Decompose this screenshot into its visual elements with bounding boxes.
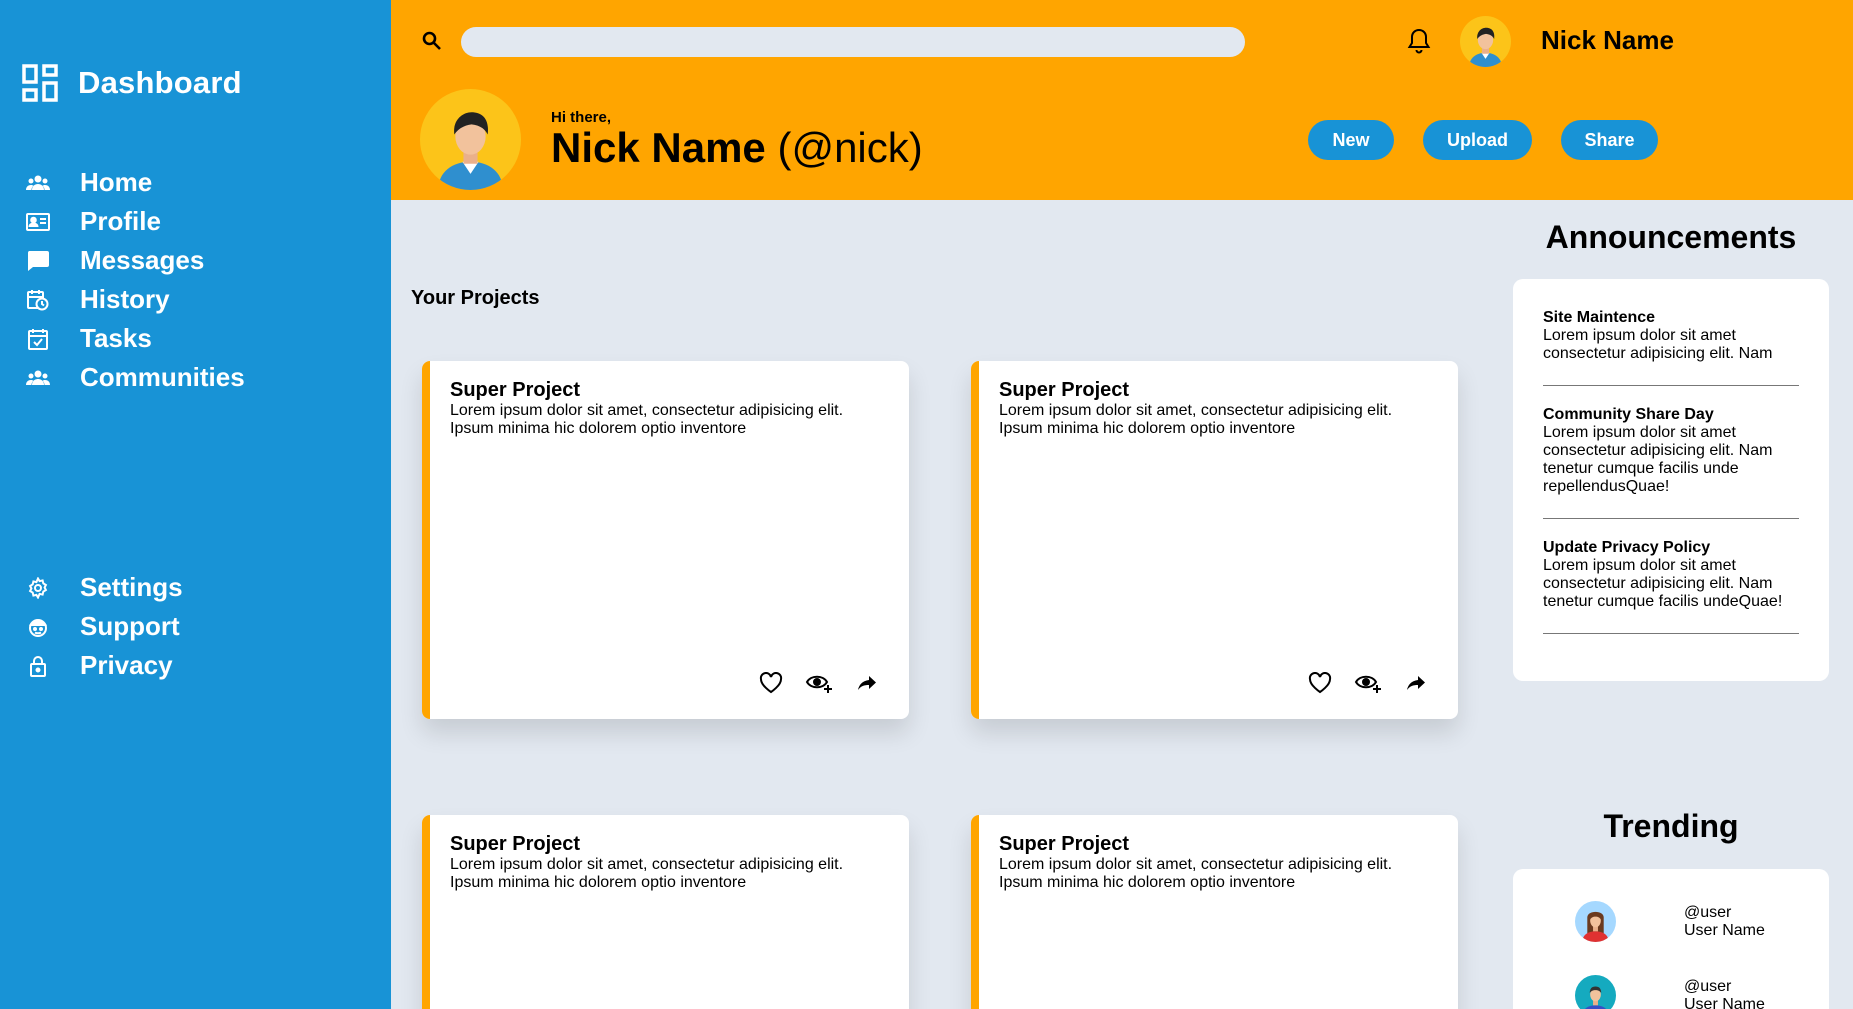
project-title: Super Project [450, 833, 581, 855]
calendar-check-icon [25, 326, 51, 352]
main-nav: Home Profile Messages History Tasks Comm… [25, 163, 365, 397]
avatar [1575, 901, 1616, 942]
sidebar-item-label: Tasks [80, 323, 152, 353]
project-card[interactable]: Super Project Lorem ipsum dolor sit amet… [971, 815, 1458, 1009]
sidebar-item-privacy[interactable]: Privacy [25, 646, 365, 685]
announcement-item[interactable]: Site Maintence Lorem ipsum dolor sit ame… [1543, 309, 1799, 386]
display-name: Nick Name [551, 124, 766, 171]
lock-icon [25, 653, 51, 679]
history-icon [25, 287, 51, 313]
user-avatar-icon [1575, 901, 1616, 942]
sidebar-item-communities[interactable]: Communities [25, 358, 365, 397]
sidebar-item-history[interactable]: History [25, 280, 365, 319]
announcement-item[interactable]: Community Share Day Lorem ipsum dolor si… [1543, 406, 1799, 519]
search-icon[interactable] [421, 30, 443, 52]
profile-name: Nick Name (@nick) [551, 124, 923, 172]
announcement-item[interactable]: Update Privacy Policy Lorem ipsum dolor … [1543, 539, 1799, 634]
project-card[interactable]: Super Project Lorem ipsum dolor sit amet… [971, 361, 1458, 719]
sidebar-item-support[interactable]: Support [25, 607, 365, 646]
announcement-text: Lorem ipsum dolor sit amet consectetur a… [1543, 557, 1783, 610]
dashboard-icon [22, 64, 58, 102]
sidebar-item-messages[interactable]: Messages [25, 241, 365, 280]
announcements-title: Announcements [1545, 219, 1797, 255]
user-handle: (@nick) [777, 124, 923, 171]
id-card-icon [25, 209, 51, 235]
avatar [1575, 975, 1616, 1009]
share-icon[interactable] [1402, 671, 1430, 695]
sidebar-item-settings[interactable]: Settings [25, 568, 365, 607]
share-button[interactable]: Share [1561, 120, 1658, 160]
project-title: Super Project [450, 379, 581, 401]
brand[interactable]: Dashboard [22, 64, 242, 102]
brand-title: Dashboard [78, 65, 242, 100]
sidebar-item-label: Support [80, 611, 180, 641]
chat-icon [25, 248, 51, 274]
support-icon [25, 614, 51, 640]
trending-handle: @user [1684, 903, 1732, 921]
user-avatar-icon [1460, 16, 1511, 67]
trending-user-text: @user User Name [1684, 904, 1765, 940]
user-avatar-icon [1575, 975, 1616, 1009]
project-description: Lorem ipsum dolor sit amet, consectetur … [450, 402, 844, 437]
trending-name: User Name [1684, 995, 1765, 1009]
announcement-text: Lorem ipsum dolor sit amet consectetur a… [1543, 327, 1773, 362]
card-actions [1306, 671, 1430, 695]
announcement-title: Update Privacy Policy [1543, 539, 1711, 556]
community-icon [25, 365, 51, 391]
heart-icon[interactable] [1306, 671, 1334, 695]
sidebar-item-label: Home [80, 167, 153, 197]
watch-icon[interactable] [1354, 671, 1382, 695]
user-name[interactable]: Nick Name [1541, 25, 1674, 56]
sidebar-item-home[interactable]: Home [25, 163, 365, 202]
announcement-title: Site Maintence [1543, 309, 1656, 326]
watch-icon[interactable] [805, 671, 833, 695]
project-title: Super Project [999, 379, 1130, 401]
announcements-panel: Site Maintence Lorem ipsum dolor sit ame… [1513, 279, 1829, 681]
group-icon [25, 170, 51, 196]
project-card[interactable]: Super Project Lorem ipsum dolor sit amet… [422, 815, 909, 1009]
project-card[interactable]: Super Project Lorem ipsum dolor sit amet… [422, 361, 909, 719]
search-input[interactable] [461, 27, 1245, 57]
avatar[interactable] [1460, 16, 1511, 67]
trending-user[interactable]: @user User Name [1575, 901, 1765, 942]
project-description: Lorem ipsum dolor sit amet, consectetur … [999, 402, 1393, 437]
bottom-nav: Settings Support Privacy [25, 568, 365, 685]
sidebar-item-label: Communities [80, 362, 245, 392]
user-avatar-icon [420, 89, 521, 190]
heart-icon[interactable] [757, 671, 785, 695]
card-actions [757, 671, 881, 695]
sidebar-item-label: History [80, 284, 170, 314]
upload-button[interactable]: Upload [1423, 120, 1532, 160]
trending-title: Trending [1603, 808, 1739, 844]
announcement-title: Community Share Day [1543, 406, 1714, 423]
gear-icon [25, 575, 51, 601]
header: Nick Name Hi there, Nick Name (@nick) Ne… [391, 0, 1853, 200]
profile-avatar [420, 89, 521, 190]
sidebar-item-label: Privacy [80, 650, 173, 680]
bell-icon[interactable] [1406, 27, 1432, 55]
sidebar: Dashboard Home Profile Messages History [0, 0, 391, 1009]
new-button[interactable]: New [1308, 120, 1394, 160]
sidebar-item-tasks[interactable]: Tasks [25, 319, 365, 358]
trending-handle: @user [1684, 977, 1732, 995]
sidebar-item-profile[interactable]: Profile [25, 202, 365, 241]
sidebar-item-label: Profile [80, 206, 161, 236]
projects-title: Your Projects [411, 287, 540, 309]
trending-user-text: @user User Name [1684, 978, 1765, 1009]
sidebar-item-label: Messages [80, 245, 205, 275]
trending-user[interactable]: @user User Name [1575, 975, 1765, 1009]
share-icon[interactable] [853, 671, 881, 695]
project-description: Lorem ipsum dolor sit amet, consectetur … [450, 856, 844, 891]
project-title: Super Project [999, 833, 1130, 855]
sidebar-item-label: Settings [80, 572, 183, 602]
project-description: Lorem ipsum dolor sit amet, consectetur … [999, 856, 1393, 891]
trending-name: User Name [1684, 921, 1765, 939]
trending-panel: @user User Name @user User Name [1513, 869, 1829, 1009]
announcement-text: Lorem ipsum dolor sit amet consectetur a… [1543, 424, 1773, 495]
